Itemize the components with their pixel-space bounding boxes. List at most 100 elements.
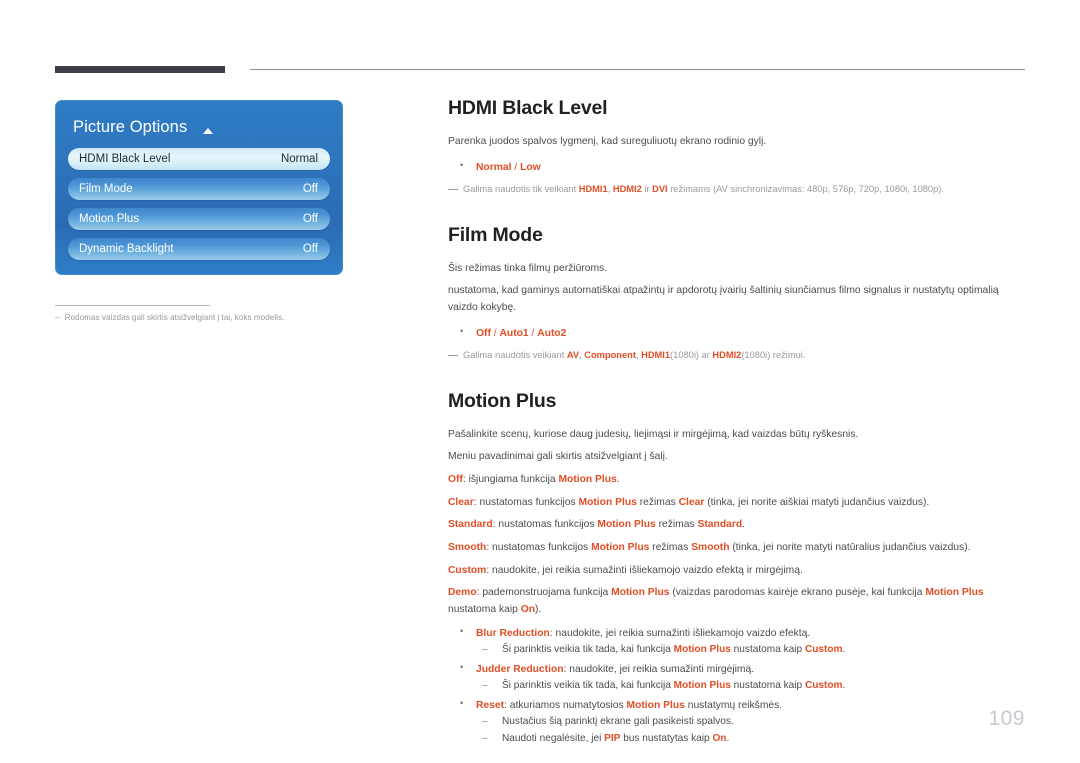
sub-note-term-custom: Custom bbox=[804, 679, 843, 691]
osd-title: Picture Options bbox=[73, 117, 188, 136]
sub-note-term-on: On bbox=[712, 732, 727, 744]
note-text: režimams (AV sinchronizavimas: 480p, 576… bbox=[667, 183, 944, 194]
section-heading: Film Mode bbox=[448, 223, 543, 246]
osd-row-label: HDMI Black Level bbox=[79, 153, 171, 165]
option-auto1: Auto1 bbox=[499, 327, 529, 339]
mode-term: Smooth bbox=[448, 542, 487, 554]
sub-note-term-pip: PIP bbox=[604, 732, 621, 744]
osd-row-value: Off bbox=[302, 183, 318, 195]
sub-option-term: Blur Reduction bbox=[476, 627, 550, 639]
section-note: Galima naudotis veikiant AV, Component, … bbox=[448, 349, 1018, 363]
sub-note-text: Nustačius šią parinktį ekrane gali pasik… bbox=[502, 715, 734, 727]
sub-option-term: Reset bbox=[476, 699, 505, 711]
section-motion-plus: Motion Plus Pašalinkite scenų, kuriose d… bbox=[448, 390, 1018, 748]
sub-note-text: Ši parinktis veikia tik tada, kai funkci… bbox=[502, 643, 674, 655]
mode-text: . bbox=[742, 519, 746, 531]
sub-option-term: Judder Reduction bbox=[476, 663, 564, 675]
note-text: (1080i) ar bbox=[670, 349, 713, 360]
mode-text: nustatoma kaip bbox=[448, 604, 521, 616]
page-number: 109 bbox=[988, 707, 1025, 730]
option-low: Low bbox=[520, 161, 541, 173]
mode-term-value: Clear bbox=[678, 496, 705, 508]
mode-term: Demo bbox=[448, 587, 477, 599]
mode-term-motion-plus: Motion Plus bbox=[558, 474, 617, 486]
mode-text: . bbox=[616, 474, 620, 486]
sub-option-text: nustatymų reikšmės. bbox=[684, 699, 783, 711]
osd-row-value: Off bbox=[302, 213, 318, 225]
list-item-judder-reduction: Judder Reduction: naudokite, jei reikia … bbox=[448, 660, 1018, 695]
mode-demo: Demo: pademonstruojama funkcija Motion P… bbox=[448, 585, 1018, 618]
osd-row-dynamic-backlight[interactable]: Dynamic Backlight Off bbox=[68, 238, 330, 260]
mode-smooth: Smooth: nustatomas funkcijos Motion Plus… bbox=[448, 540, 1018, 557]
osd-footnote: – Rodomas vaizdas gali skirtis atsižvelg… bbox=[55, 313, 385, 324]
sub-option-text: : naudokite, jei reikia sumažinti išliek… bbox=[549, 627, 811, 639]
osd-illustration-column: Picture Options HDMI Black Level Normal … bbox=[55, 100, 385, 324]
sub-option-list: Blur Reduction: naudokite, jei reikia su… bbox=[448, 624, 1018, 748]
mode-term: Clear bbox=[448, 496, 474, 508]
mode-text: ). bbox=[535, 604, 542, 616]
section-hdmi-black-level: HDMI Black Level Parenka juodos spalvos … bbox=[448, 97, 1018, 197]
note-term-av: AV bbox=[566, 349, 580, 360]
mode-text: (tinka, jei norite matyti natūralius jud… bbox=[729, 542, 971, 554]
mode-text: : nustatomas funkcijos bbox=[473, 496, 579, 508]
section-heading: Motion Plus bbox=[448, 389, 557, 412]
mode-text: režimas bbox=[655, 519, 698, 531]
option-normal: Normal bbox=[476, 161, 512, 173]
mode-term-motion-plus: Motion Plus bbox=[597, 519, 656, 531]
mode-term-motion-plus: Motion Plus bbox=[578, 496, 637, 508]
list-item: Ši parinktis veikia tik tada, kai funkci… bbox=[476, 678, 1018, 695]
sub-note-list: Ši parinktis veikia tik tada, kai funkci… bbox=[476, 678, 1018, 695]
option-separator: / bbox=[511, 161, 521, 173]
section-intro-2: Meniu pavadinimai gali skirtis atsižvelg… bbox=[448, 451, 668, 463]
option-separator: / bbox=[528, 327, 538, 339]
osd-row-label: Motion Plus bbox=[79, 213, 140, 225]
section-line-2: nustatoma, kad gaminys automatiškai atpa… bbox=[448, 285, 999, 314]
sub-note-text: . bbox=[842, 643, 846, 655]
mode-text: : išjungiama funkcija bbox=[462, 474, 559, 486]
osd-row-motion-plus[interactable]: Motion Plus Off bbox=[68, 208, 330, 230]
chevron-up-icon bbox=[203, 127, 214, 134]
option-list: Off / Auto1 / Auto2 bbox=[448, 324, 1018, 342]
note-text: (1080i) režimui. bbox=[741, 349, 806, 360]
list-item-reset: Reset: atkuriamos numatytosios Motion Pl… bbox=[448, 696, 1018, 748]
sub-note-text: bus nustatytas kaip bbox=[620, 732, 713, 744]
sub-option-text: : atkuriamos numatytosios bbox=[504, 699, 627, 711]
sub-note-text: nustatoma kaip bbox=[730, 643, 805, 655]
option-auto2: Auto2 bbox=[537, 327, 567, 339]
osd-menu-panel: Picture Options HDMI Black Level Normal … bbox=[55, 100, 343, 275]
note-text: Galima naudotis veikiant bbox=[463, 349, 567, 360]
osd-title-row: Picture Options bbox=[68, 114, 330, 140]
osd-row-film-mode[interactable]: Film Mode Off bbox=[68, 178, 330, 200]
mode-term: Off bbox=[448, 474, 463, 486]
mode-term: Custom bbox=[448, 564, 487, 576]
header-rule-thin bbox=[250, 69, 1025, 70]
osd-row-hdmi-black-level[interactable]: HDMI Black Level Normal bbox=[68, 148, 330, 170]
mode-term-motion-plus: Motion Plus bbox=[591, 542, 650, 554]
mode-text: : nustatomas funkcijos bbox=[492, 519, 598, 531]
sub-note-list: Nustačius šią parinktį ekrane gali pasik… bbox=[476, 714, 1018, 748]
mode-standard: Standard: nustatomas funkcijos Motion Pl… bbox=[448, 517, 1018, 534]
osd-row-label: Dynamic Backlight bbox=[79, 243, 174, 255]
list-item: Naudoti negalėsite, jei PIP bus nustatyt… bbox=[476, 731, 1018, 748]
mode-text: režimas bbox=[649, 542, 692, 554]
osd-footnote-rule bbox=[55, 305, 210, 306]
mode-text: : naudokite, jei reikia sumažinti išliek… bbox=[486, 564, 803, 576]
option-list: Normal / Low bbox=[448, 158, 1018, 176]
mode-text: režimas bbox=[636, 496, 679, 508]
section-film-mode: Film Mode Šis režimas tinka filmų peržiū… bbox=[448, 224, 1018, 363]
list-item-blur-reduction: Blur Reduction: naudokite, jei reikia su… bbox=[448, 624, 1018, 659]
osd-footnote-text: Rodomas vaizdas gali skirtis atsižvelgia… bbox=[64, 313, 285, 322]
section-intro-1: Pašalinkite scenų, kuriose daug judesių,… bbox=[448, 428, 859, 440]
header-rule-thick bbox=[55, 66, 225, 73]
section-line-1: Šis režimas tinka filmų peržiūroms. bbox=[448, 262, 608, 274]
list-item: Nustačius šią parinktį ekrane gali pasik… bbox=[476, 714, 1018, 731]
list-item: Off / Auto1 / Auto2 bbox=[448, 324, 1018, 342]
osd-row-value: Normal bbox=[280, 153, 318, 165]
mode-term-value: Smooth bbox=[691, 542, 730, 554]
sub-option-text: : naudokite, jei reikia sumažinti mirgėj… bbox=[563, 663, 755, 675]
note-term-dvi: DVI bbox=[652, 183, 668, 194]
note-term-hdmi2: HDMI2 bbox=[712, 349, 742, 360]
mode-custom: Custom: naudokite, jei reikia sumažinti … bbox=[448, 563, 1018, 580]
sub-note-text: nustatoma kaip bbox=[730, 679, 805, 691]
section-intro: Parenka juodos spalvos lygmenį, kad sure… bbox=[448, 136, 767, 147]
